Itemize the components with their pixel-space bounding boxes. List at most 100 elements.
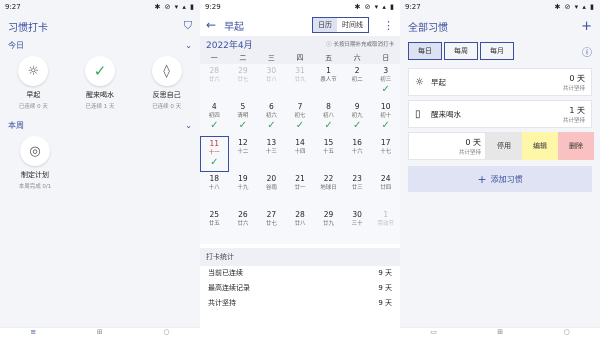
lunar-date: 廿六 xyxy=(237,221,249,227)
habit-card[interactable]: 0 天 共计坚持 xyxy=(408,132,486,160)
stats-header: 打卡统计 xyxy=(200,248,400,266)
habit-item[interactable]: ◊ 反思自己 已连续 0 天 xyxy=(137,56,197,110)
nav-today-icon[interactable]: ▭ xyxy=(430,328,437,336)
calendar-day[interactable]: 23 廿三 xyxy=(343,172,372,208)
lunar-date: 廿九 xyxy=(294,77,306,83)
calendar-day[interactable]: 14 十四 xyxy=(286,136,315,172)
add-habit-button[interactable]: + 添加习惯 xyxy=(408,166,592,192)
calendar-day[interactable]: 6 初六 ✓ xyxy=(257,100,286,136)
edit-button[interactable]: 编辑 xyxy=(522,132,558,160)
calendar-day[interactable]: 5 清明 ✓ xyxy=(229,100,258,136)
habit-count: 0 天 xyxy=(465,137,481,147)
calendar-day[interactable]: 31 廿九 xyxy=(286,64,315,100)
tab-monthly[interactable]: 每月 xyxy=(480,42,514,60)
day-number: 25 xyxy=(209,210,220,219)
weekday-label: 五 xyxy=(325,54,333,62)
habit-count-label: 共计坚持 xyxy=(562,85,585,92)
habit-count-label: 共计坚持 xyxy=(562,117,585,124)
tab-daily[interactable]: 每日 xyxy=(408,42,442,60)
calendar-day[interactable]: 20 谷雨 xyxy=(257,172,286,208)
calendar-day[interactable]: 2 初二 xyxy=(343,64,372,100)
calendar-day[interactable]: 9 初九 ✓ xyxy=(343,100,372,136)
section-week-header[interactable]: 本周 ⌄ xyxy=(0,118,200,132)
tab-weekly[interactable]: 每周 xyxy=(444,42,478,60)
nav-today-icon[interactable]: ≡ xyxy=(30,328,36,336)
habit-item[interactable]: ☼ 早起 已连续 0 天 xyxy=(3,56,63,110)
tab-calendar[interactable]: 日历 xyxy=(313,18,337,32)
calendar-day[interactable]: 3 初三 ✓ xyxy=(371,64,400,100)
nav-profile-icon[interactable]: ○ xyxy=(564,328,570,336)
calendar-day[interactable]: 28 廿六 xyxy=(200,64,229,100)
day-number: 13 xyxy=(266,138,277,147)
sun-icon[interactable]: ☼ xyxy=(18,56,49,86)
delete-button[interactable]: 删除 xyxy=(558,132,594,160)
habit-item[interactable]: ◎ 制定计划 本周完成 0/1 xyxy=(5,136,65,190)
add-icon[interactable]: + xyxy=(581,19,592,34)
calendar-day[interactable]: 28 廿八 xyxy=(286,208,315,244)
water-drop-icon[interactable]: ◊ xyxy=(151,56,182,86)
habit-item[interactable]: ✓ 醒来喝水 已连续 1 天 xyxy=(70,56,130,110)
check-icon: ✓ xyxy=(324,120,333,131)
day-number: 21 xyxy=(295,174,305,183)
calendar-day[interactable]: 12 十二 xyxy=(229,136,258,172)
status-time: 9:27 xyxy=(405,3,421,11)
habits-today-screen: 9:27 ✱ ⊘ ▾ ▴ ▮ 习惯打卡 ⛉ 今日 ⌄ ☼ 早起 已连续 0 天 … xyxy=(0,0,200,337)
habit-name: 反思自己 xyxy=(152,91,181,99)
calendar-day[interactable]: 19 十九 xyxy=(229,172,258,208)
today-habit-list: ☼ 早起 已连续 0 天 ✓ 醒来喝水 已连续 1 天 ◊ 反思自己 已连续 0… xyxy=(0,52,200,114)
check-icon: ✓ xyxy=(381,120,390,131)
chevron-down-icon[interactable]: ⌄ xyxy=(185,41,192,50)
calendar-day[interactable]: 18 十八 xyxy=(200,172,229,208)
day-number: 10 xyxy=(380,102,391,111)
nav-grid-icon[interactable]: ⊞ xyxy=(97,328,103,336)
calendar-day[interactable]: 29 廿七 xyxy=(229,64,258,100)
calendar-day[interactable]: 26 廿六 xyxy=(229,208,258,244)
calendar-day[interactable]: 7 初七 ✓ xyxy=(286,100,315,136)
tab-timeline[interactable]: 时间线 xyxy=(337,18,368,32)
calendar-day[interactable]: 10 初十 ✓ xyxy=(371,100,400,136)
calendar-day[interactable]: 25 廿五 xyxy=(200,208,229,244)
more-vert-icon[interactable]: ⋮ xyxy=(383,19,394,32)
check-icon: ✓ xyxy=(267,120,276,131)
frequency-tabs: 每日 每周 每月 ⓘ xyxy=(400,38,600,64)
target-icon[interactable]: ◎ xyxy=(20,136,50,166)
calendar-day-today[interactable]: 11 十一 ✓ xyxy=(200,136,229,172)
calendar-day[interactable]: 16 十六 xyxy=(343,136,372,172)
lunar-date: 初七 xyxy=(294,113,306,119)
calendar-day[interactable]: 24 廿四 xyxy=(371,172,400,208)
add-habit-label: 添加习惯 xyxy=(490,174,523,184)
calendar-day[interactable]: 29 廿九 xyxy=(314,208,343,244)
filter-icon[interactable]: ⛉ xyxy=(184,19,192,33)
calendar-day[interactable]: 30 三十 xyxy=(343,208,372,244)
disable-button[interactable]: 停用 xyxy=(486,132,522,160)
stat-value: 9 天 xyxy=(378,299,392,307)
calendar-day[interactable]: 13 十三 xyxy=(257,136,286,172)
chevron-down-icon[interactable]: ⌄ xyxy=(185,121,192,130)
calendar-day[interactable]: 8 初八 ✓ xyxy=(314,100,343,136)
calendar-day[interactable]: 1 愚人节 xyxy=(314,64,343,100)
month-label[interactable]: 2022年4月 xyxy=(206,38,253,51)
nav-grid-icon[interactable]: ⊞ xyxy=(497,328,503,336)
lunar-date: 廿七 xyxy=(265,221,277,227)
calendar-day[interactable]: 21 廿一 xyxy=(286,172,315,208)
section-today-header[interactable]: 今日 ⌄ xyxy=(0,38,200,52)
calendar-day[interactable]: 17 十七 xyxy=(371,136,400,172)
status-bar: 9:27 ✱ ⊘ ▾ ▴ ▮ xyxy=(0,0,200,14)
check-icon[interactable]: ✓ xyxy=(84,56,115,86)
calendar-day[interactable]: 27 廿七 xyxy=(257,208,286,244)
calendar-day[interactable]: 30 廿八 xyxy=(257,64,286,100)
habit-card[interactable]: ▯ 醒来喝水 1 天 共计坚持 xyxy=(408,100,592,128)
back-arrow-icon[interactable]: ← xyxy=(206,18,216,32)
calendar-day[interactable]: 22 地球日 xyxy=(314,172,343,208)
lunar-date: 廿九 xyxy=(323,221,335,227)
habit-card[interactable]: ☼ 早起 0 天 共计坚持 xyxy=(408,68,592,96)
habit-streak: 已连续 0 天 xyxy=(152,104,182,110)
calendar-day[interactable]: 4 初四 ✓ xyxy=(200,100,229,136)
all-habits-screen: 9:27 ✱ ⊘ ▾ ▴ ▮ 全部习惯 + 每日 每周 每月 ⓘ ☼ 早起 0 … xyxy=(400,0,600,337)
nav-profile-icon[interactable]: ○ xyxy=(164,328,170,336)
info-icon[interactable]: ⓘ xyxy=(582,44,592,59)
lunar-date: 三十 xyxy=(351,221,363,227)
lunar-date: 廿八 xyxy=(294,221,306,227)
calendar-day[interactable]: 1 劳动节 xyxy=(371,208,400,244)
calendar-day[interactable]: 15 十五 xyxy=(314,136,343,172)
